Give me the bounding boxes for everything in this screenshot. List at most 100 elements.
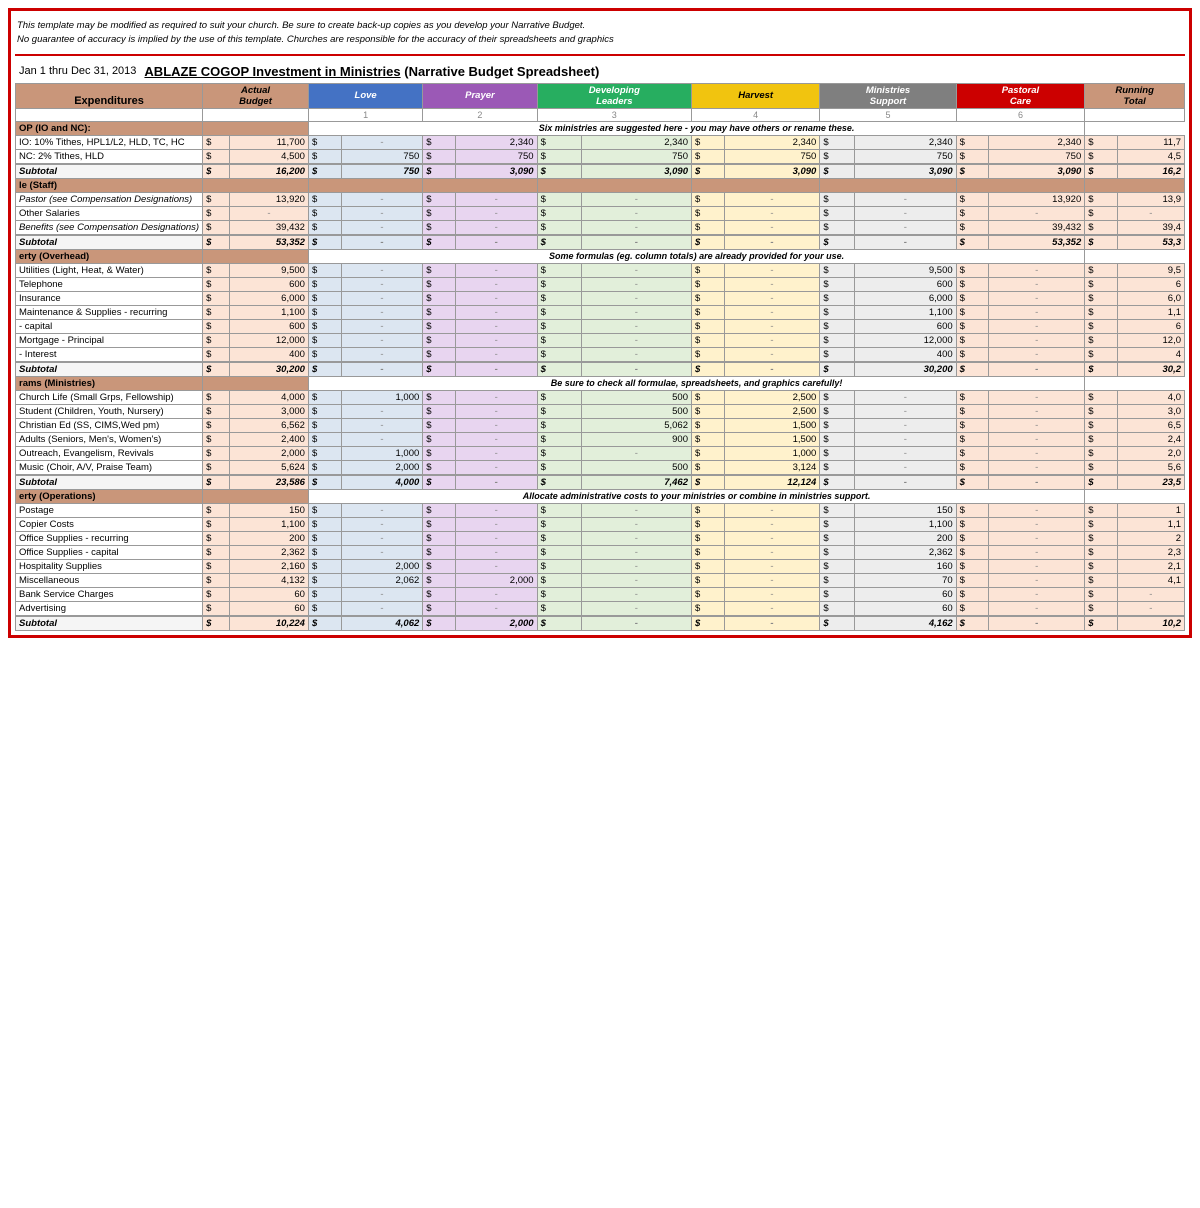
section-label-programs: rams (Ministries) <box>16 376 203 390</box>
prayer-num: 2 <box>423 108 537 121</box>
row-label: Benefits (see Compensation Designations) <box>16 220 203 235</box>
main-container: This template may be modified as require… <box>8 8 1192 638</box>
col-header-prayer: Prayer <box>423 83 537 108</box>
data-row-property-4: - capital$600$-$-$-$-$600$-$6 <box>16 319 1185 333</box>
column-headers-row: Expenditures ActualBudget Love Prayer De… <box>16 83 1185 108</box>
data-row-staff-0: Pastor (see Compensation Designations)$1… <box>16 192 1185 206</box>
harvest-num: 4 <box>692 108 820 121</box>
data-row-op-1: NC: 2% Tithes, HLD$4,500$750$750$750$750… <box>16 149 1185 164</box>
row-label: Other Salaries <box>16 206 203 220</box>
row-label: Student (Children, Youth, Nursery) <box>16 404 203 418</box>
row-label: Advertising <box>16 601 203 616</box>
disclaimer-line2: No guarantee of accuracy is implied by t… <box>17 33 1183 47</box>
data-row-property-1: Telephone$600$-$-$-$-$600$-$6 <box>16 277 1185 291</box>
data-row-programs-5: Music (Choir, A/V, Praise Team)$5,624$2,… <box>16 460 1185 475</box>
row-label: Church Life (Small Grps, Fellowship) <box>16 390 203 404</box>
col-header-pastoral: PastoralCare <box>956 83 1085 108</box>
row-label: Adults (Seniors, Men's, Women's) <box>16 432 203 446</box>
ministries-num: 5 <box>820 108 956 121</box>
data-row-operations-1: Copier Costs$1,100$-$-$-$-$1,100$-$1,1 <box>16 517 1185 531</box>
disclaimer-line1: This template may be modified as require… <box>17 19 1183 33</box>
subtotal-row-operations: Subtotal$10,224$4,062$2,000$-$-$4,162$-$… <box>16 616 1185 631</box>
row-label: Subtotal <box>16 164 203 179</box>
row-label: Hospitality Supplies <box>16 559 203 573</box>
row-label: Office Supplies - capital <box>16 545 203 559</box>
row-label: Insurance <box>16 291 203 305</box>
row-label: Utilities (Light, Heat, & Water) <box>16 263 203 277</box>
data-row-programs-4: Outreach, Evangelism, Revivals$2,000$1,0… <box>16 446 1185 460</box>
section-header-op: OP (IO and NC): Six ministries are sugges… <box>16 121 1185 135</box>
data-row-property-2: Insurance$6,000$-$-$-$-$6,000$-$6,0 <box>16 291 1185 305</box>
row-label: Subtotal <box>16 362 203 377</box>
row-label: - Interest <box>16 347 203 362</box>
pastoral-num: 6 <box>956 108 1085 121</box>
col-header-expenditures: Expenditures <box>16 83 203 108</box>
section-header-operations: erty (Operations) Allocate administrative… <box>16 489 1185 503</box>
disclaimer: This template may be modified as require… <box>15 15 1185 56</box>
row-label: Subtotal <box>16 616 203 631</box>
row-label: Telephone <box>16 277 203 291</box>
data-row-property-3: Maintenance & Supplies - recurring$1,100… <box>16 305 1185 319</box>
row-label: NC: 2% Tithes, HLD <box>16 149 203 164</box>
row-label: Office Supplies - recurring <box>16 531 203 545</box>
data-row-operations-5: Miscellaneous$4,132$2,062$2,000$-$-$70$-… <box>16 573 1185 587</box>
spreadsheet-title: ABLAZE COGOP Investment in Ministries (N… <box>144 64 599 79</box>
row-label: Bank Service Charges <box>16 587 203 601</box>
data-row-property-6: - Interest$400$-$-$-$-$400$-$4 <box>16 347 1185 362</box>
spreadsheet-header: Jan 1 thru Dec 31, 2013 ABLAZE COGOP Inv… <box>15 56 1185 83</box>
data-row-operations-4: Hospitality Supplies$2,160$2,000$-$-$-$1… <box>16 559 1185 573</box>
subtotal-row-property: Subtotal$30,200$-$-$-$-$30,200$-$30,2 <box>16 362 1185 377</box>
data-row-operations-3: Office Supplies - capital$2,362$-$-$-$-$… <box>16 545 1185 559</box>
title-underline: ABLAZE COGOP Investment in Ministries <box>144 64 400 79</box>
budget-table: Expenditures ActualBudget Love Prayer De… <box>15 83 1185 631</box>
section-label-staff: le (Staff) <box>16 178 203 192</box>
section-label-op: OP (IO and NC): <box>16 121 203 135</box>
notice-programs: Be sure to check all formulae, spreadshe… <box>308 376 1084 390</box>
row-label: Miscellaneous <box>16 573 203 587</box>
notice-operations: Allocate administrative costs to your mi… <box>308 489 1084 503</box>
section-header-staff: le (Staff) <box>16 178 1185 192</box>
col-header-running: RunningTotal <box>1085 83 1185 108</box>
date-range: Jan 1 thru Dec 31, 2013 <box>19 65 136 77</box>
row-label: IO: 10% Tithes, HPL1/L2, HLD, TC, HC <box>16 135 203 149</box>
col-header-love: Love <box>308 83 422 108</box>
data-row-property-5: Mortgage - Principal$12,000$-$-$-$-$12,0… <box>16 333 1185 347</box>
row-label: Maintenance & Supplies - recurring <box>16 305 203 319</box>
row-label: Mortgage - Principal <box>16 333 203 347</box>
subtotal-row-staff: Subtotal$53,352$-$-$-$-$-$53,352$53,3 <box>16 235 1185 250</box>
row-label: - capital <box>16 319 203 333</box>
section-header-property: erty (Overhead) Some formulas (eg. column… <box>16 249 1185 263</box>
row-label: Pastor (see Compensation Designations) <box>16 192 203 206</box>
data-row-operations-7: Advertising$60$-$-$-$-$60$-$- <box>16 601 1185 616</box>
data-row-operations-0: Postage$150$-$-$-$-$150$-$1 <box>16 503 1185 517</box>
section-label-operations: erty (Operations) <box>16 489 203 503</box>
data-row-operations-6: Bank Service Charges$60$-$-$-$-$60$-$- <box>16 587 1185 601</box>
notice-property: Some formulas (eg. column totals) are al… <box>308 249 1084 263</box>
col-header-harvest: Harvest <box>692 83 820 108</box>
row-label: Christian Ed (SS, CIMS,Wed pm) <box>16 418 203 432</box>
expenditures-num-blank <box>16 108 203 121</box>
data-row-programs-2: Christian Ed (SS, CIMS,Wed pm)$6,562$-$-… <box>16 418 1185 432</box>
row-label: Subtotal <box>16 475 203 490</box>
developing-num: 3 <box>537 108 691 121</box>
running-num-blank <box>1085 108 1185 121</box>
data-row-staff-2: Benefits (see Compensation Designations)… <box>16 220 1185 235</box>
row-label: Postage <box>16 503 203 517</box>
col-header-ministries: MinistriesSupport <box>820 83 956 108</box>
col-header-developing: DevelopingLeaders <box>537 83 691 108</box>
section-header-programs: rams (Ministries) Be sure to check all fo… <box>16 376 1185 390</box>
row-label: Outreach, Evangelism, Revivals <box>16 446 203 460</box>
row-label: Subtotal <box>16 235 203 250</box>
data-row-staff-1: Other Salaries$-$-$-$-$-$-$-$- <box>16 206 1185 220</box>
data-row-programs-1: Student (Children, Youth, Nursery)$3,000… <box>16 404 1185 418</box>
actual-num-blank <box>203 108 309 121</box>
row-label: Music (Choir, A/V, Praise Team) <box>16 460 203 475</box>
data-row-op-0: IO: 10% Tithes, HPL1/L2, HLD, TC, HC$11,… <box>16 135 1185 149</box>
col-header-actual: ActualBudget <box>203 83 309 108</box>
notice-op: Six ministries are suggested here - you … <box>308 121 1084 135</box>
data-row-programs-3: Adults (Seniors, Men's, Women's)$2,400$-… <box>16 432 1185 446</box>
data-row-operations-2: Office Supplies - recurring$200$-$-$-$-$… <box>16 531 1185 545</box>
data-row-programs-0: Church Life (Small Grps, Fellowship)$4,0… <box>16 390 1185 404</box>
subtotal-row-programs: Subtotal$23,586$4,000$-$7,462$12,124$-$-… <box>16 475 1185 490</box>
section-label-property: erty (Overhead) <box>16 249 203 263</box>
